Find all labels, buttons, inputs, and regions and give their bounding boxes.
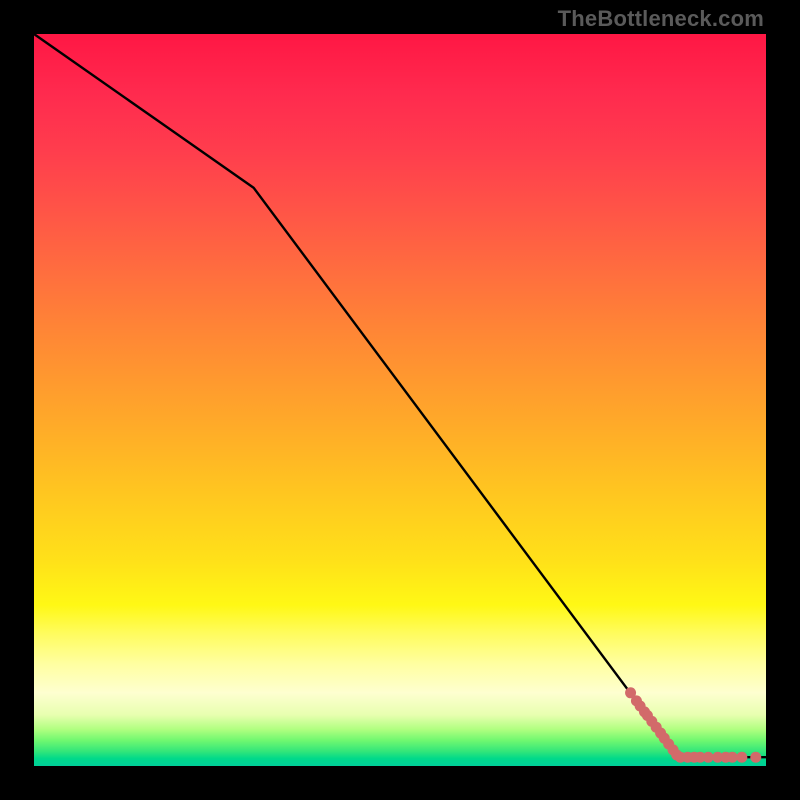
data-markers <box>625 687 761 762</box>
watermark-label: TheBottleneck.com <box>558 6 764 32</box>
data-point <box>750 752 761 763</box>
plot-area <box>34 34 766 766</box>
data-point <box>703 752 714 763</box>
chart-frame: TheBottleneck.com <box>0 0 800 800</box>
data-point <box>727 752 738 763</box>
main-curve <box>34 34 766 757</box>
data-point <box>736 752 747 763</box>
curve-layer <box>34 34 766 766</box>
